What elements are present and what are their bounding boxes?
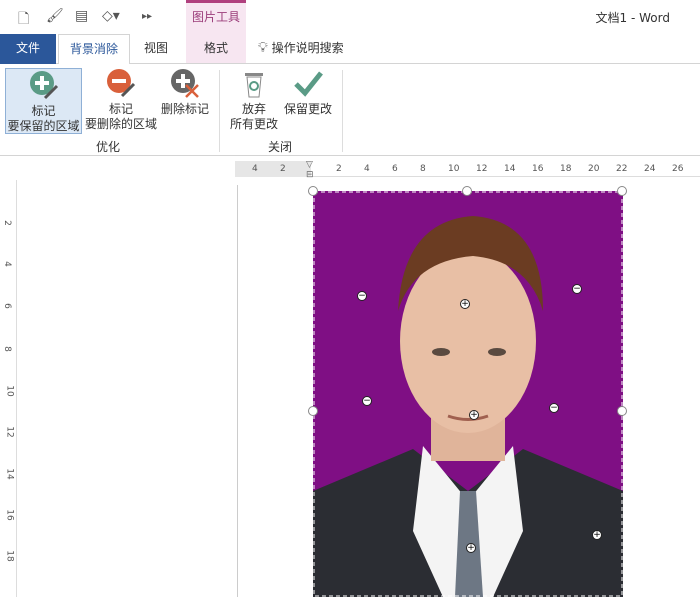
mark-areas-to-remove-button[interactable]: 标记 要删除的区域 bbox=[83, 68, 159, 132]
ruler-tick-label: 24 bbox=[644, 164, 656, 174]
keep-changes-button[interactable]: 保留更改 bbox=[281, 68, 335, 117]
resize-handle[interactable] bbox=[308, 186, 318, 196]
ruler-tick-label: 18 bbox=[560, 164, 572, 174]
group-label-close: 关闭 bbox=[268, 140, 293, 154]
ruler-tick-label: 14 bbox=[504, 164, 516, 174]
group-separator bbox=[342, 70, 343, 152]
ruler-tick-label: 22 bbox=[616, 164, 628, 174]
keep-mark-icon[interactable]: + bbox=[460, 299, 470, 309]
resize-handle[interactable] bbox=[617, 186, 627, 196]
button-label: 要保留的区域 bbox=[7, 119, 80, 133]
discard-all-changes-button[interactable]: 放弃 所有更改 bbox=[226, 68, 282, 132]
resize-handle[interactable] bbox=[617, 406, 627, 416]
search-label: 操作说明搜索 bbox=[271, 41, 344, 55]
mark-areas-to-keep-button[interactable]: 标记 要保留的区域 bbox=[5, 68, 82, 134]
ruler-tick-label: 4 bbox=[364, 164, 370, 174]
ruler-tick-label: 12 bbox=[476, 164, 488, 174]
button-label: 放弃 bbox=[241, 102, 266, 116]
ruler-tick-label: 8 bbox=[420, 164, 426, 174]
ruler-tick-label: 14 bbox=[4, 468, 15, 480]
remove-mark-icon[interactable]: − bbox=[549, 403, 559, 413]
ruler-tick-label: 6 bbox=[1, 303, 12, 309]
checkmark-icon bbox=[293, 68, 323, 98]
ruler-tick-label: 8 bbox=[1, 346, 12, 352]
ruler-tick-label: 20 bbox=[588, 164, 600, 174]
window-title: 文档1 - Word bbox=[595, 11, 670, 25]
ruler-tick-label: 4 bbox=[252, 164, 258, 174]
lightbulb-icon: 💡︎ bbox=[258, 40, 268, 56]
button-label: 所有更改 bbox=[229, 117, 278, 131]
minus-pencil-icon bbox=[106, 68, 136, 98]
recycle-bin-icon bbox=[239, 68, 269, 98]
ruler-tick-label: 16 bbox=[532, 164, 544, 174]
tab-view[interactable]: 视图 bbox=[132, 34, 180, 64]
ruler-margin bbox=[235, 161, 311, 177]
tab-background-removal[interactable]: 背景消除 bbox=[58, 34, 130, 65]
remove-mark-icon[interactable]: − bbox=[357, 291, 367, 301]
keep-mark-icon[interactable]: + bbox=[466, 543, 476, 553]
tell-me-search[interactable]: 💡︎ 操作说明搜索 bbox=[258, 34, 344, 64]
remove-mark-icon[interactable]: − bbox=[572, 284, 582, 294]
tab-file[interactable]: 文件 bbox=[0, 34, 56, 64]
new-document-icon[interactable]: 🗋 bbox=[18, 8, 29, 32]
button-label: 保留更改 bbox=[283, 102, 332, 116]
delete-mark-button[interactable]: 删除标记 bbox=[158, 68, 212, 117]
shapes-icon[interactable]: ◇▾ bbox=[102, 8, 120, 24]
ruler-tick-label: 2 bbox=[1, 220, 12, 226]
group-label-refine: 优化 bbox=[96, 140, 121, 154]
ruler-tick-label: 2 bbox=[336, 164, 342, 174]
ruler-tick-label: 2 bbox=[280, 164, 286, 174]
ruler-tick-label: 4 bbox=[1, 261, 12, 267]
ruler-tick-label: 10 bbox=[4, 385, 15, 397]
resize-handle[interactable] bbox=[462, 186, 472, 196]
format-painter-icon[interactable]: 🖌 bbox=[46, 8, 64, 24]
ruler-tick-label: 26 bbox=[672, 164, 684, 174]
ruler-tick-label: 16 bbox=[4, 509, 15, 521]
resize-handle[interactable] bbox=[308, 406, 318, 416]
portrait-image bbox=[313, 191, 623, 597]
text-box-icon[interactable]: ▤ bbox=[75, 8, 88, 24]
button-label: 标记 bbox=[31, 104, 56, 118]
keep-mark-icon[interactable]: + bbox=[592, 530, 602, 540]
tab-format[interactable]: 格式 bbox=[186, 34, 246, 64]
ruler-tick-label: 6 bbox=[392, 164, 398, 174]
ruler-tick-label: 18 bbox=[4, 550, 15, 562]
button-label: 删除标记 bbox=[160, 102, 209, 116]
picture-tools-label: 图片工具 bbox=[191, 10, 240, 24]
remove-mark-icon[interactable]: − bbox=[362, 396, 372, 406]
plus-x-icon bbox=[170, 68, 200, 98]
keep-mark-icon[interactable]: + bbox=[469, 410, 479, 420]
button-label: 要删除的区域 bbox=[84, 117, 157, 131]
ruler-tick-label: 12 bbox=[4, 426, 15, 438]
more-icon[interactable]: ▸▸ bbox=[142, 11, 152, 22]
photo-background-removal[interactable] bbox=[313, 191, 623, 597]
indent-marker[interactable]: ▽ ⊟ bbox=[306, 160, 314, 180]
plus-pencil-icon bbox=[29, 70, 59, 100]
page-margin-line bbox=[237, 185, 238, 597]
group-separator bbox=[219, 70, 220, 152]
button-label: 标记 bbox=[108, 102, 133, 116]
ruler-tick-label: 10 bbox=[448, 164, 460, 174]
